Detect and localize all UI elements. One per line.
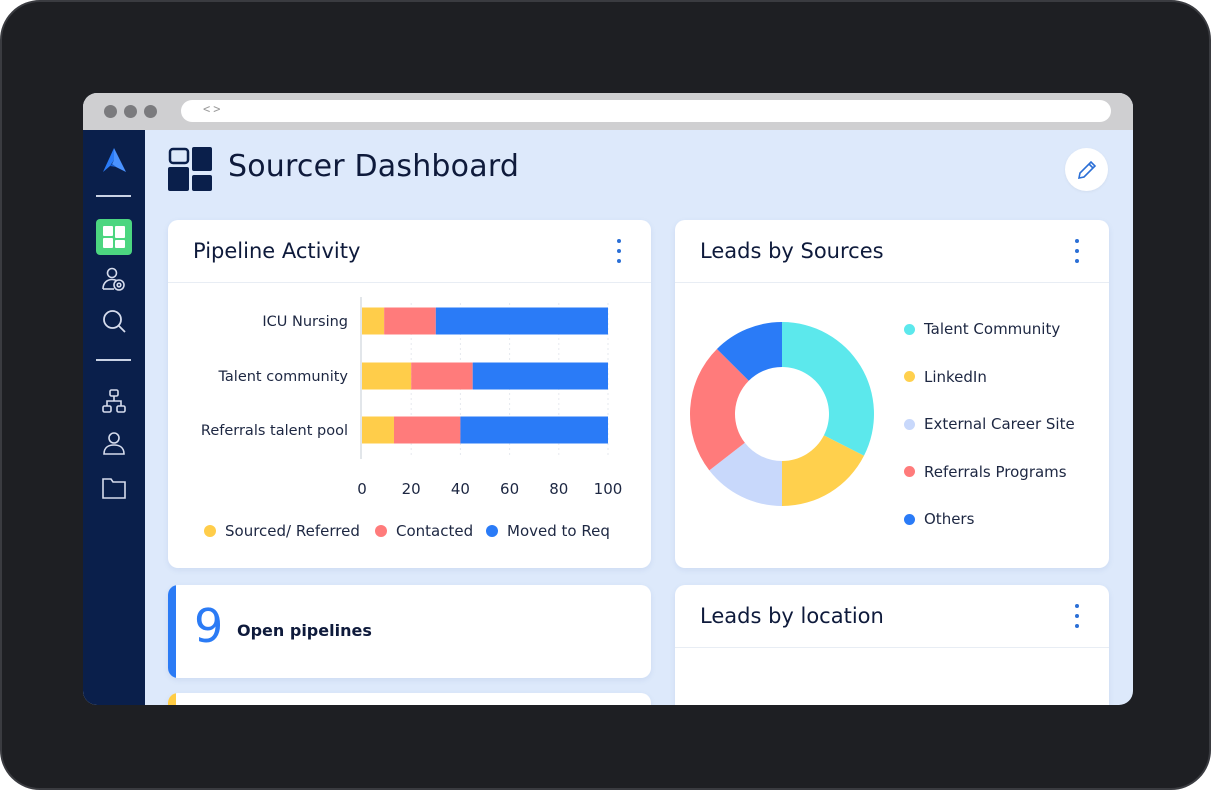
card-header: Pipeline Activity <box>168 220 651 283</box>
legend-dot <box>904 513 915 525</box>
user-settings-icon <box>102 267 125 291</box>
legend-dot <box>904 323 915 335</box>
card-header: Leads by location <box>675 585 1109 648</box>
dashboard-grid-icon <box>103 226 125 248</box>
sidebar-item-search[interactable] <box>96 303 132 339</box>
open-pipelines-card[interactable]: 9 Open pipelines <box>168 585 651 678</box>
legend-label: LinkedIn <box>924 367 987 386</box>
window-dot-minimize[interactable] <box>124 105 137 118</box>
bar-segment[interactable] <box>362 416 394 444</box>
legend-label: Others <box>924 510 975 528</box>
sidebar-item-profile[interactable] <box>96 425 132 461</box>
more-options-icon[interactable] <box>611 239 627 265</box>
legend-label: Contacted <box>396 522 474 540</box>
x-tick-label: 80 <box>549 480 568 498</box>
legend-item[interactable]: Contacted <box>375 522 473 540</box>
next-stat-card[interactable] <box>168 693 651 705</box>
x-tick-label: 40 <box>451 480 470 498</box>
device-frame: <> Sourcer Dashboard Pipeline Activity I… <box>0 0 1211 790</box>
card-accent-bar <box>168 693 176 705</box>
bar-segment[interactable] <box>435 307 608 335</box>
sources-donut-chart <box>690 322 874 506</box>
category-label: ICU Nursing <box>262 314 348 330</box>
browser-chrome: <> <box>83 93 1133 130</box>
legend-dot <box>204 525 216 537</box>
code-brackets-icon: <> <box>203 102 224 116</box>
app-logo-icon[interactable] <box>100 147 128 175</box>
leads-by-sources-card: Leads by Sources Talent Community LinkedI… <box>675 220 1109 568</box>
legend-dot <box>486 525 498 537</box>
legend-label: Referrals Programs <box>924 462 1067 481</box>
search-icon <box>103 310 126 333</box>
main-content: Sourcer Dashboard Pipeline Activity ICU … <box>145 130 1133 705</box>
folder-icon <box>102 478 126 499</box>
world-map <box>675 648 1109 705</box>
legend-dot <box>904 371 915 382</box>
window-dot-close[interactable] <box>104 105 117 118</box>
legend-item[interactable]: Sourced/ Referred <box>204 522 360 540</box>
open-pipelines-count: 9 <box>194 599 224 653</box>
category-label: Talent community <box>217 369 348 385</box>
legend-item[interactable]: Talent Community <box>904 320 1060 338</box>
legend-item[interactable]: Referrals Programs <box>904 463 1067 481</box>
bar-segment[interactable] <box>384 307 436 335</box>
edit-dashboard-button[interactable] <box>1065 148 1108 191</box>
card-title: Leads by location <box>700 604 884 628</box>
sidebar <box>83 130 145 705</box>
bar-segment[interactable] <box>362 362 412 390</box>
x-tick-label: 20 <box>402 480 421 498</box>
card-accent-bar <box>168 585 176 678</box>
legend-dot <box>904 418 915 430</box>
sidebar-item-files[interactable] <box>96 470 132 506</box>
browser-window: <> Sourcer Dashboard Pipeline Activity I… <box>83 93 1133 705</box>
card-title: Pipeline Activity <box>193 239 361 263</box>
pencil-icon <box>1077 160 1096 179</box>
window-dot-maximize[interactable] <box>144 105 157 118</box>
category-label: Referrals talent pool <box>201 423 348 439</box>
legend-label: External Career Site <box>924 415 1075 433</box>
bar-segment[interactable] <box>411 362 473 390</box>
more-options-icon[interactable] <box>1069 604 1085 630</box>
legend-item[interactable]: Others <box>904 510 974 528</box>
sidebar-item-org-chart[interactable] <box>96 383 132 419</box>
x-tick-label: 100 <box>594 480 623 498</box>
page-title: Sourcer Dashboard <box>228 149 520 184</box>
legend-item[interactable]: Moved to Req <box>486 522 610 540</box>
x-tick-label: 60 <box>500 480 519 498</box>
bar-segment[interactable] <box>460 416 608 444</box>
sidebar-item-dashboard[interactable] <box>96 219 132 255</box>
legend-dot <box>375 525 387 537</box>
address-bar[interactable]: <> <box>181 100 1111 122</box>
legend-label: Talent Community <box>924 320 1061 338</box>
legend-item[interactable]: LinkedIn <box>904 368 987 386</box>
leads-by-location-card: Leads by location <box>675 585 1109 705</box>
sidebar-divider <box>96 359 131 361</box>
donut-slice[interactable] <box>782 322 874 456</box>
bar-segment[interactable] <box>472 362 608 390</box>
legend-label: Moved to Req <box>507 522 610 540</box>
legend-item[interactable]: External Career Site <box>904 415 1075 433</box>
more-options-icon[interactable] <box>1069 239 1085 265</box>
sidebar-divider <box>96 195 131 197</box>
user-icon <box>103 432 125 455</box>
pipeline-activity-card: Pipeline Activity ICU Nursing Talent comm… <box>168 220 651 568</box>
open-pipelines-label: Open pipelines <box>237 621 372 640</box>
sidebar-item-candidates[interactable] <box>96 261 132 297</box>
card-header: Leads by Sources <box>675 220 1109 283</box>
legend-label: Sourced/ Referred <box>225 522 360 540</box>
legend-dot <box>904 466 915 477</box>
bar-segment[interactable] <box>393 416 461 444</box>
bar-segment[interactable] <box>362 307 385 335</box>
x-tick-label: 0 <box>357 480 367 498</box>
card-title: Leads by Sources <box>700 239 884 263</box>
hierarchy-icon <box>102 389 126 413</box>
dashboard-layout-icon <box>168 147 212 191</box>
